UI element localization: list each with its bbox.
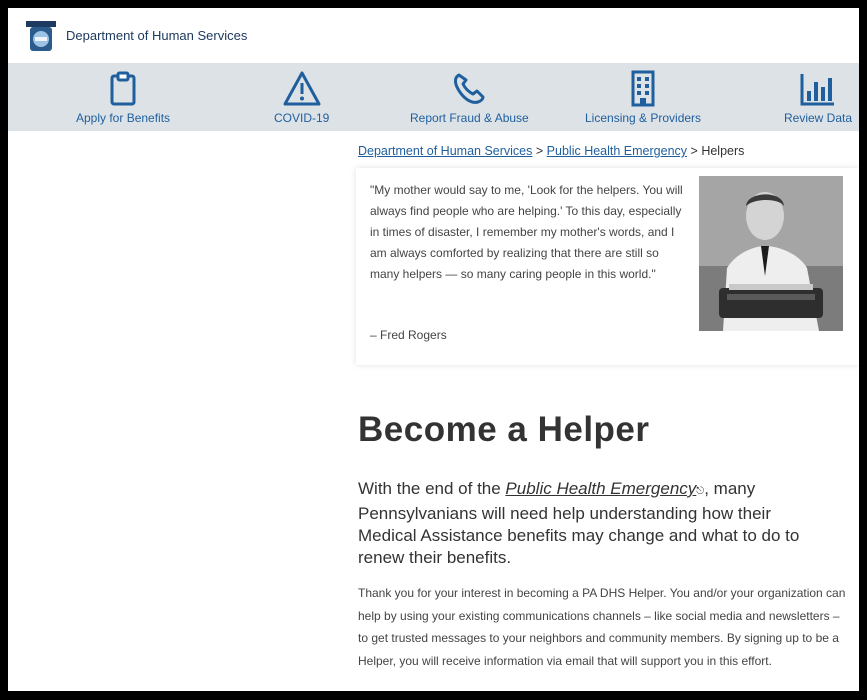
body-paragraph: Thank you for your interest in becoming … — [358, 586, 846, 668]
quote-card: "My mother would say to me, 'Look for th… — [356, 168, 859, 365]
lead-paragraph: With the end of the Public Health Emerge… — [358, 478, 828, 569]
portrait-image — [699, 176, 843, 331]
nav-apply-for-benefits[interactable]: Apply for Benefits — [76, 63, 170, 131]
nav-label: Review Data — [784, 111, 853, 125]
page: Department of Human Services Apply for B… — [8, 8, 859, 691]
clipboard-icon — [110, 71, 136, 106]
public-health-emergency-link[interactable]: Public Health Emergency — [505, 479, 696, 498]
pa-keystone-logo-icon[interactable] — [24, 19, 58, 53]
breadcrumb-current: Helpers — [701, 144, 745, 158]
lead-text-start: With the end of the — [358, 479, 506, 498]
top-header: Department of Human Services — [8, 8, 859, 63]
nav-label: COVID-19 — [274, 111, 330, 125]
building-icon — [631, 70, 655, 107]
nav-review-data[interactable]: Review Data — [784, 63, 852, 131]
nav-label: Report Fraud & Abuse — [410, 111, 529, 125]
quote-text: "My mother would say to me, 'Look for th… — [370, 183, 683, 281]
nav-licensing-providers[interactable]: Licensing & Providers — [585, 63, 701, 131]
bar-chart-icon — [800, 74, 835, 106]
breadcrumb-link-dhs[interactable]: Department of Human Services — [358, 144, 532, 158]
phone-icon — [454, 73, 485, 104]
nav-covid-19[interactable]: COVID-19 — [274, 63, 329, 131]
page-title: Become a Helper — [358, 410, 650, 449]
nav-label: Apply for Benefits — [76, 111, 171, 125]
nav-label: Licensing & Providers — [585, 111, 702, 125]
breadcrumb-separator: > — [535, 144, 544, 158]
breadcrumb-separator: > — [690, 144, 698, 158]
nav-report-fraud-abuse[interactable]: Report Fraud & Abuse — [410, 63, 529, 131]
warning-icon — [283, 71, 321, 106]
department-name[interactable]: Department of Human Services — [66, 28, 247, 43]
breadcrumb: Department of Human Services > Public He… — [358, 144, 744, 158]
breadcrumb-link-phe[interactable]: Public Health Emergency — [547, 144, 687, 158]
quote-attribution: – Fred Rogers — [370, 328, 447, 342]
quick-links-bar: Apply for Benefits COVID-19 Report Fraud… — [8, 63, 859, 131]
fred-rogers-photo — [699, 176, 843, 331]
